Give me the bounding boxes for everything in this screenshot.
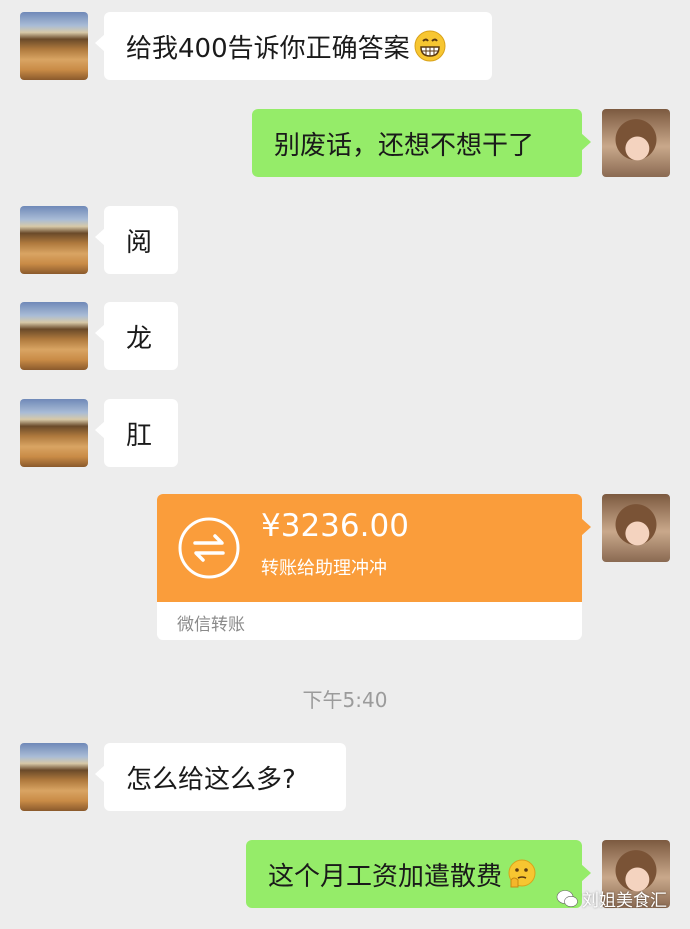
received-message[interactable]: 给我400告诉你正确答案: [95, 12, 492, 80]
transfer-note: 转账给助理冲冲: [261, 558, 387, 579]
contact-avatar[interactable]: [20, 743, 88, 811]
grinning-emoji-icon: [414, 30, 446, 62]
watermark: 刘姐美食汇: [556, 886, 667, 911]
message-timestamp: 下午5:40: [302, 688, 388, 712]
transfer-amount: ¥3236.00: [261, 508, 409, 544]
sent-message[interactable]: 别废话，还想不想干了: [252, 109, 591, 177]
received-message[interactable]: 怎么给这么多?: [95, 743, 346, 811]
message-text: 肛: [126, 420, 153, 451]
contact-avatar[interactable]: [20, 399, 88, 467]
transfer-label: 微信转账: [177, 615, 245, 635]
message-text: 给我400告诉你正确答案: [126, 33, 410, 64]
contact-avatar[interactable]: [20, 302, 88, 370]
message-text: 阅: [126, 227, 153, 258]
user-avatar[interactable]: [602, 109, 670, 177]
sent-message[interactable]: 这个月工资加遣散费: [246, 840, 591, 908]
transfer-arrows-icon: [177, 516, 241, 580]
thinking-emoji-icon: [506, 858, 538, 890]
message-text: 怎么给这么多?: [126, 764, 296, 795]
contact-avatar[interactable]: [20, 12, 88, 80]
transfer-header: ¥3236.00 转账给助理冲冲: [157, 494, 591, 602]
message-text: 龙: [126, 323, 153, 354]
user-avatar[interactable]: [602, 494, 670, 562]
received-message[interactable]: 肛: [95, 399, 178, 467]
message-text: 别废话，还想不想干了: [274, 130, 535, 161]
message-text: 这个月工资加遣散费: [268, 861, 503, 892]
money-transfer-card[interactable]: ¥3236.00 转账给助理冲冲 微信转账: [157, 494, 591, 640]
received-message[interactable]: 龙: [95, 302, 178, 370]
wechat-icon: [556, 889, 578, 907]
contact-avatar[interactable]: [20, 206, 88, 274]
received-message[interactable]: 阅: [95, 206, 178, 274]
watermark-text: 刘姐美食汇: [582, 891, 667, 911]
